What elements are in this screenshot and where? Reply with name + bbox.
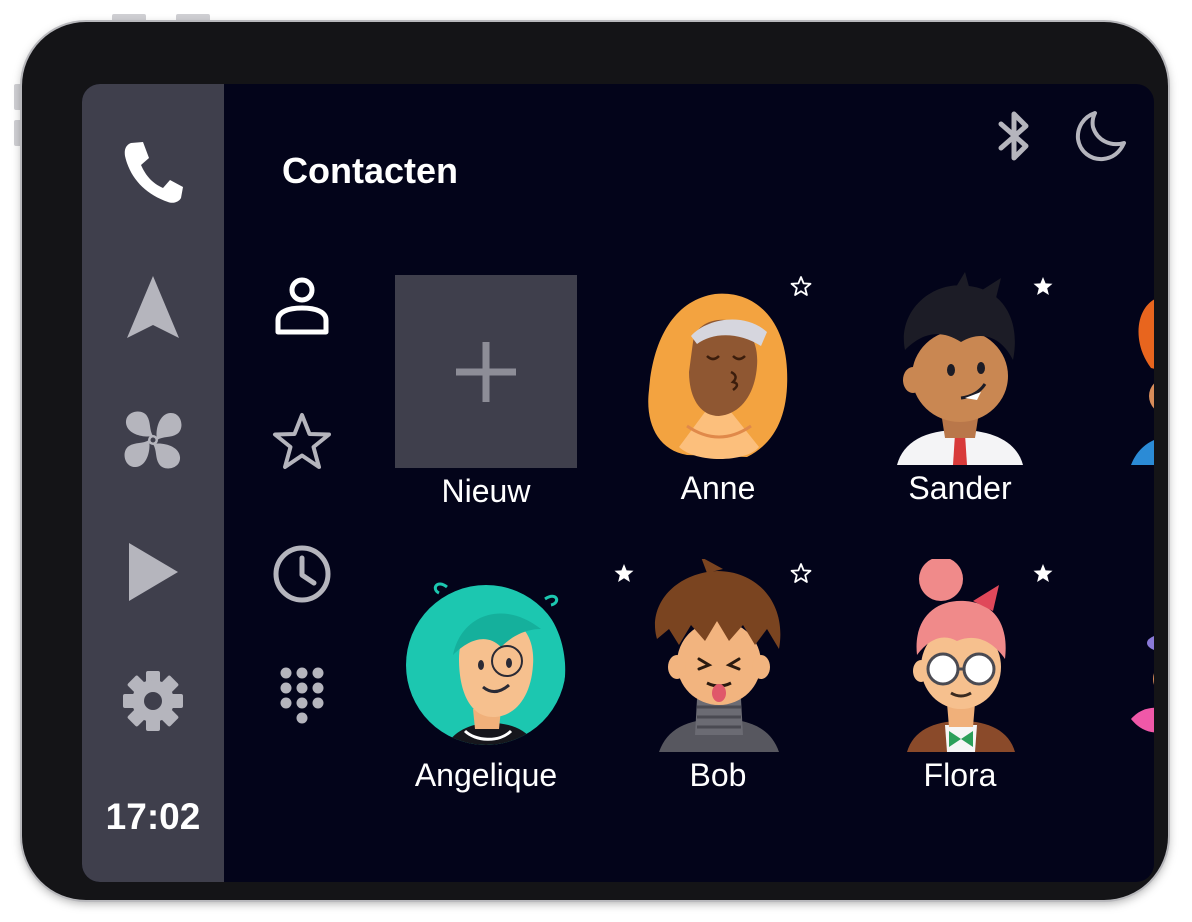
tab-contacts[interactable] xyxy=(264,268,340,344)
favorites-tab-icon xyxy=(273,413,331,469)
contact-tile-sander[interactable]: Sander xyxy=(869,272,1053,512)
rail-settings-button[interactable] xyxy=(118,666,188,736)
bluetooth-icon xyxy=(998,111,1029,161)
tab-dialpad[interactable] xyxy=(264,662,340,738)
dialpad-tab-icon xyxy=(280,667,324,724)
favorite-star-icon xyxy=(1033,277,1053,295)
rail-media-button[interactable] xyxy=(118,537,188,607)
contacts-tab-icon xyxy=(275,277,329,335)
night-mode-button[interactable] xyxy=(1071,106,1131,166)
new-contact-button[interactable] xyxy=(395,275,577,468)
rail-climate-button[interactable] xyxy=(118,405,188,475)
contact-name: J xyxy=(1081,757,1154,794)
night-mode-icon xyxy=(1075,111,1126,162)
contact-tile-j[interactable]: J xyxy=(1111,559,1154,799)
play-icon xyxy=(129,543,178,601)
avatar xyxy=(897,272,1023,465)
avatar xyxy=(406,582,566,745)
tab-favorites[interactable] xyxy=(264,404,340,480)
page-title: Contacten xyxy=(282,150,459,191)
car-display-screen: 17:02 Contacten Nieuw Anne Sander Angeli… xyxy=(82,84,1154,882)
recents-tab-icon xyxy=(273,545,331,603)
contact-tile-angelique[interactable]: Angelique xyxy=(395,559,634,799)
contact-tile-flora[interactable]: Flora xyxy=(869,559,1053,799)
contact-name: Anne xyxy=(680,470,756,506)
bluetooth-button[interactable] xyxy=(984,106,1044,166)
contact-name: Sander xyxy=(908,470,1012,506)
avatar xyxy=(648,293,788,460)
rail-navigation-button[interactable] xyxy=(118,272,188,342)
contact-name: Angelique xyxy=(414,757,558,793)
contact-name: Bob xyxy=(689,757,747,793)
tablet-device: 17:02 Contacten Nieuw Anne Sander Angeli… xyxy=(22,22,1168,900)
tab-recents[interactable] xyxy=(264,536,340,612)
avatar xyxy=(1131,635,1154,733)
favorite-star-icon xyxy=(790,276,812,296)
new-contact-tile[interactable]: Nieuw xyxy=(395,275,577,515)
avatar xyxy=(907,559,1015,752)
settings-icon xyxy=(123,671,183,731)
navigation-icon xyxy=(127,276,179,338)
phone-icon xyxy=(124,142,183,203)
app-rail: 17:02 xyxy=(82,84,224,882)
avatar xyxy=(654,559,781,752)
avatar xyxy=(1131,299,1154,465)
contact-tile-bob[interactable]: Bob xyxy=(627,559,812,799)
clock: 17:02 xyxy=(105,796,201,837)
contact-name: Flora xyxy=(923,757,997,793)
rail-phone-button[interactable] xyxy=(118,136,188,206)
contact-tile-anne[interactable]: Anne xyxy=(627,272,812,512)
favorite-star-icon xyxy=(1033,564,1053,582)
contact-name: J xyxy=(1081,470,1154,507)
favorite-star-icon xyxy=(790,563,812,583)
contact-name: Nieuw xyxy=(441,473,531,509)
fan-icon xyxy=(124,411,182,469)
contact-tile-j[interactable]: J xyxy=(1111,272,1154,512)
plus-icon xyxy=(456,341,516,402)
